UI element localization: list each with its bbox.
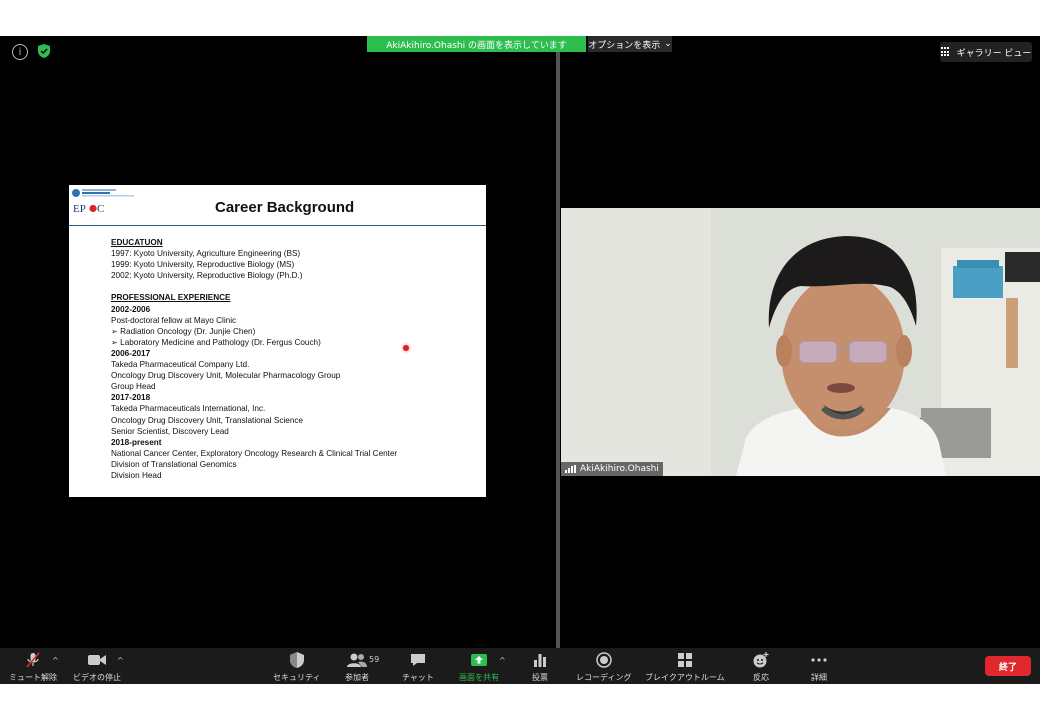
more-label: 詳細 <box>811 673 827 682</box>
security-label: セキュリティ <box>273 673 321 682</box>
grid-icon <box>940 47 951 57</box>
slide-line: 2002: Kyoto University, Reproductive Bio… <box>111 271 303 281</box>
share-screen-label: 画面を共有 <box>459 673 499 682</box>
encryption-shield-icon[interactable] <box>36 43 52 59</box>
svg-text:C: C <box>97 203 104 215</box>
zoom-meeting-window: i AkiAkihiro.Ohashi の画面を表示しています オプションを表示… <box>0 36 1040 684</box>
slide-line: Post-doctoral fellow at Mayo Clinic <box>111 315 237 325</box>
share-options-caret-icon[interactable]: ^ <box>499 656 506 665</box>
slide-line: 2018-present <box>111 437 162 447</box>
slide-line: Oncology Drug Discovery Unit, Molecular … <box>111 371 341 381</box>
polls-label: 投票 <box>532 673 548 682</box>
info-icon[interactable]: i <box>12 44 28 60</box>
recording-button[interactable]: レコーディング <box>576 651 631 683</box>
reactions-label: 反応 <box>753 673 769 682</box>
participant-name-tag: AkiAkihiro.Ohashi <box>561 462 663 476</box>
slide-line: 1999: Kyoto University, Reproductive Bio… <box>111 260 295 270</box>
more-button[interactable]: 詳細 <box>810 651 828 683</box>
end-meeting-button[interactable]: 終了 <box>985 656 1031 676</box>
chat-label: チャット <box>402 673 434 682</box>
participants-count-badge: 59 <box>369 655 380 664</box>
gallery-view-label: ギャラリー ビュー <box>956 48 1032 59</box>
slide-line: Division of Translational Genomics <box>111 459 237 469</box>
slide-line: Takeda Pharmaceutical Company Ltd. <box>111 360 250 370</box>
slide-line: PROFESSIONAL EXPERIENCE <box>111 293 231 303</box>
slide-line: ➢ Laboratory Medicine and Pathology (Dr.… <box>111 337 321 347</box>
bottom-margin <box>0 684 1040 720</box>
slide-line: 2002-2006 <box>111 304 151 314</box>
slide-body: EDUCATUON 1997: Kyoto University, Agricul… <box>111 237 397 481</box>
breakout-rooms-icon <box>677 653 692 667</box>
slide-line: 2017-2018 <box>111 393 151 403</box>
gallery-view-button[interactable]: ギャラリー ビュー <box>940 42 1032 62</box>
reaction-smiley-icon <box>753 652 769 668</box>
chevron-down-icon: ⌄ <box>664 39 672 49</box>
end-meeting-label: 終了 <box>998 662 1017 673</box>
unmute-label: ミュート解除 <box>9 673 57 682</box>
polls-button[interactable]: 投票 <box>531 651 549 683</box>
video-frame <box>561 208 1040 476</box>
participants-button[interactable]: 参加者 <box>345 651 369 683</box>
slide-line: National Cancer Center, Exploratory Onco… <box>111 448 398 458</box>
slide-line: Division Head <box>111 470 162 480</box>
slide-line: Senior Scientist, Discovery Lead <box>111 426 229 436</box>
unmute-button[interactable]: ミュート解除 <box>9 651 57 683</box>
connection-signal-icon <box>565 465 576 473</box>
participant-video[interactable]: AkiAkihiro.Ohashi <box>561 208 1040 476</box>
polls-icon <box>534 654 546 667</box>
chat-bubble-icon <box>410 654 425 666</box>
laser-pointer <box>403 345 409 351</box>
security-button[interactable]: セキュリティ <box>273 651 321 683</box>
svg-text:EP: EP <box>73 203 86 215</box>
share-screen-button[interactable]: 画面を共有 <box>459 651 499 683</box>
video-camera-icon <box>88 655 106 665</box>
breakout-rooms-label: ブレイクアウトルーム <box>645 673 725 682</box>
participants-label: 参加者 <box>345 673 369 682</box>
slide-title-rule <box>69 225 486 226</box>
slide-line: Oncology Drug Discovery Unit, Translatio… <box>111 415 304 425</box>
audio-options-caret-icon[interactable]: ^ <box>52 656 59 665</box>
view-options-button[interactable]: オプションを表示 ⌄ <box>588 36 672 52</box>
record-icon <box>595 652 612 668</box>
slide-line: ➢ Radiation Oncology (Dr. Junjie Chen) <box>111 326 256 336</box>
screen-share-banner: AkiAkihiro.Ohashi の画面を表示しています <box>367 36 586 52</box>
slide-line: 2006-2017 <box>111 348 151 358</box>
shared-slide: EP C Career Background EDUCATUON 1997: Ky… <box>69 185 486 497</box>
screen-share-text: AkiAkihiro.Ohashi の画面を表示しています <box>386 40 567 51</box>
top-margin <box>0 0 1040 36</box>
slide-title: Career Background <box>215 199 355 216</box>
split-view-divider[interactable] <box>556 52 560 648</box>
muted-microphone-icon <box>26 652 40 668</box>
reactions-button[interactable]: 反応 <box>752 651 770 683</box>
stop-video-label: ビデオの停止 <box>73 673 121 682</box>
slide-line: Group Head <box>111 382 156 392</box>
more-dots-icon <box>811 658 827 662</box>
stop-video-button[interactable]: ビデオの停止 <box>73 651 121 683</box>
video-options-caret-icon[interactable]: ^ <box>117 656 124 665</box>
recording-label: レコーディング <box>576 673 632 682</box>
meeting-toolbar: ミュート解除 ^ ビデオの停止 ^ セキュリティ 参加者 59 チャット 画面を… <box>0 648 1040 684</box>
slide-line: EDUCATUON <box>111 238 163 247</box>
chat-button[interactable]: チャット <box>402 651 434 683</box>
slide-line: Takeda Pharmaceuticals International, In… <box>111 404 266 414</box>
share-screen-icon <box>471 654 487 666</box>
view-options-label: オプションを表示 <box>588 40 661 51</box>
epoc-logo: EP C <box>72 189 134 215</box>
slide-line: 1997: Kyoto University, Agriculture Engi… <box>111 249 301 259</box>
breakout-rooms-button[interactable]: ブレイクアウトルーム <box>645 651 725 683</box>
slide-spacer <box>111 281 397 292</box>
participants-icon <box>347 653 367 667</box>
participant-name: AkiAkihiro.Ohashi <box>580 464 659 474</box>
security-shield-icon <box>289 652 304 668</box>
